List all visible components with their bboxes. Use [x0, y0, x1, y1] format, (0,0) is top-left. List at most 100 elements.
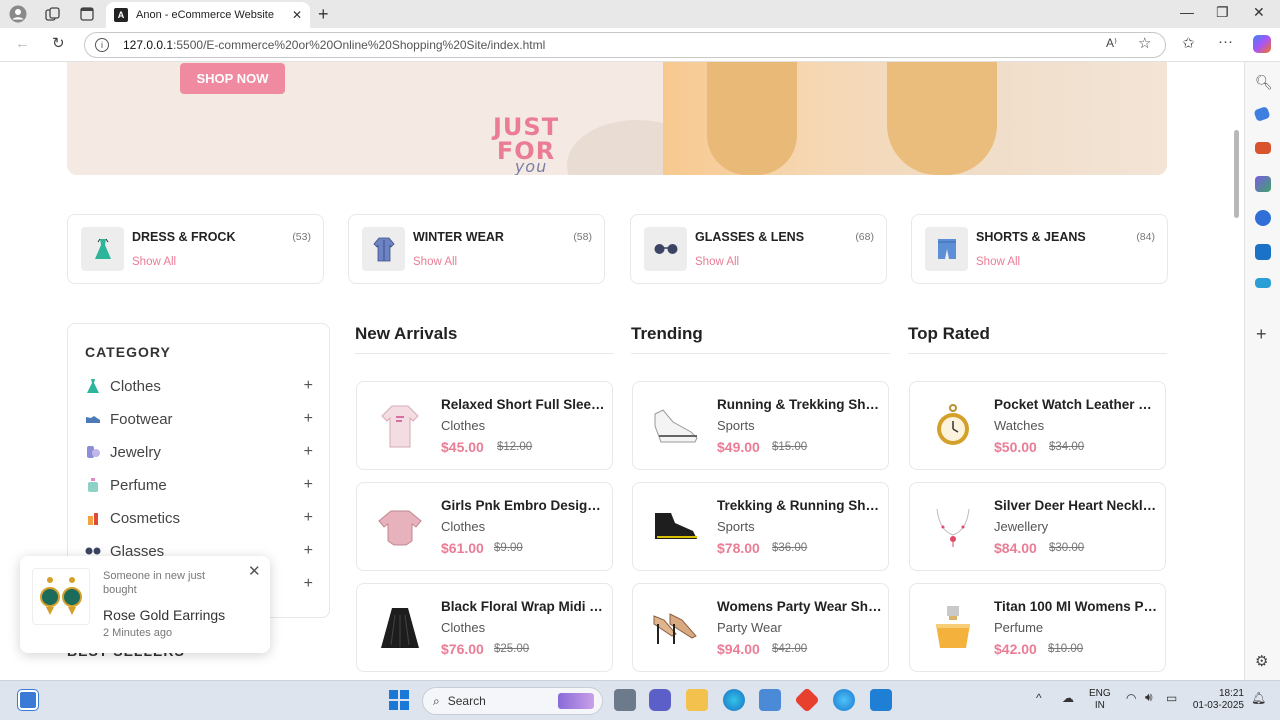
microsoft365-icon[interactable]	[1255, 210, 1271, 226]
sidebar-item-clothes[interactable]: Clothes +	[85, 375, 313, 397]
toast-product-name[interactable]: Rose Gold Earrings	[103, 607, 225, 623]
onedrive-icon[interactable]: ☁	[1062, 691, 1074, 705]
product-card[interactable]: Black Floral Wrap Midi Skirt Clothes $76…	[356, 583, 613, 672]
copilot-icon[interactable]	[1253, 35, 1271, 53]
product-title[interactable]: Womens Party Wear Shoes	[717, 599, 883, 614]
notification-bell-icon[interactable]: 🔔︎	[1251, 691, 1266, 705]
dress-icon	[81, 227, 124, 271]
product-title[interactable]: Girls Pnk Embro Design Top	[441, 498, 607, 513]
read-aloud-icon[interactable]: A⁾	[1106, 36, 1117, 50]
close-tab-icon[interactable]: ✕	[292, 8, 302, 22]
wifi-icon[interactable]: ◠	[1126, 691, 1136, 705]
product-title[interactable]: Titan 100 Ml Womens Perfume	[994, 599, 1160, 614]
page-scrollbar[interactable]	[1232, 62, 1242, 680]
search-icon[interactable]: 🔍︎	[1255, 74, 1273, 90]
profile-icon[interactable]	[9, 5, 27, 23]
product-card[interactable]: Titan 100 Ml Womens Perfume Perfume $42.…	[909, 583, 1166, 672]
expand-icon[interactable]: +	[304, 410, 313, 428]
category-card[interactable]: WINTER WEAR (58) Show All	[348, 214, 605, 284]
browser-tab-active[interactable]: A Anon - eCommerce Website ✕	[106, 2, 310, 28]
product-card[interactable]: Womens Party Wear Shoes Party Wear $94.0…	[632, 583, 889, 672]
category-card[interactable]: DRESS & FROCK (53) Show All	[67, 214, 324, 284]
start-icon[interactable]	[389, 690, 409, 710]
sidebar-item-perfume[interactable]: Perfume +	[85, 474, 313, 496]
games-icon[interactable]	[1255, 176, 1271, 192]
sidebar-settings-icon[interactable]: ⚙	[1255, 652, 1271, 670]
product-price: $94.00	[717, 641, 760, 657]
favorite-star-icon[interactable]: ☆	[1138, 34, 1151, 52]
back-icon[interactable]: ←	[15, 35, 30, 52]
site-info-icon[interactable]: i	[95, 38, 109, 52]
tab-actions-icon[interactable]	[78, 5, 96, 23]
show-all-link[interactable]: Show All	[132, 256, 176, 268]
toast-close-icon[interactable]: ✕	[248, 562, 261, 580]
product-title[interactable]: Running & Trekking Shoes - White	[717, 397, 883, 412]
product-card[interactable]: Silver Deer Heart Necklace Jewellery $84…	[909, 482, 1166, 571]
maximize-icon[interactable]: ❐	[1216, 4, 1229, 21]
product-card[interactable]: Pocket Watch Leather Pouch Watches $50.0…	[909, 381, 1166, 470]
tools-icon[interactable]	[1255, 142, 1271, 154]
edge-icon[interactable]	[723, 689, 745, 711]
clock[interactable]: 18:21 01-03-2025	[1190, 688, 1244, 712]
store-icon[interactable]	[759, 689, 781, 711]
product-card[interactable]: Relaxed Short Full Sleeve T-Shirt Clothe…	[356, 381, 613, 470]
anydesk-icon[interactable]	[794, 687, 820, 713]
toast-message: Someone in new just bought	[103, 570, 206, 596]
expand-icon[interactable]: +	[304, 542, 313, 560]
heels-icon	[645, 598, 707, 658]
expand-icon[interactable]: +	[304, 443, 313, 461]
refresh-icon[interactable]: ↻	[52, 34, 65, 52]
workspaces-icon[interactable]	[43, 5, 61, 23]
expand-icon[interactable]: +	[304, 509, 313, 527]
expand-icon[interactable]: +	[304, 377, 313, 395]
tray-overflow-icon[interactable]: ^	[1036, 691, 1042, 705]
product-title[interactable]: Trekking & Running Shoes - Black	[717, 498, 883, 513]
product-category: Perfume	[994, 620, 1044, 635]
file-explorer-icon[interactable]	[686, 689, 708, 711]
add-sidebar-icon[interactable]: +	[1256, 324, 1272, 344]
product-old-price: $42.00	[772, 643, 808, 655]
battery-icon[interactable]: ▭	[1166, 691, 1177, 705]
teams-icon[interactable]	[649, 689, 671, 711]
vscode-icon[interactable]	[870, 689, 892, 711]
address-bar[interactable]: i 127.0.0.1 :5500/E-commerce%20or%20Onli…	[84, 32, 1166, 58]
product-card[interactable]: Girls Pnk Embro Design Top Clothes $61.0…	[356, 482, 613, 571]
product-title[interactable]: Pocket Watch Leather Pouch	[994, 397, 1160, 412]
category-card[interactable]: GLASSES & LENS (68) Show All	[630, 214, 887, 284]
product-category: Party Wear	[717, 620, 782, 635]
sidebar-item-cosmetics[interactable]: Cosmetics +	[85, 507, 313, 529]
product-title[interactable]: Silver Deer Heart Necklace	[994, 498, 1160, 513]
window-close-icon[interactable]: ✕	[1253, 4, 1265, 21]
language-indicator[interactable]: ENG IN	[1089, 688, 1111, 712]
scrollbar-thumb[interactable]	[1234, 130, 1239, 218]
expand-icon[interactable]: +	[304, 575, 313, 593]
sidebar-item-jewelry[interactable]: Jewelry +	[85, 441, 313, 463]
favorites-icon[interactable]: ✩	[1182, 34, 1195, 52]
product-card[interactable]: Running & Trekking Shoes - White Sports …	[632, 381, 889, 470]
outlook-icon[interactable]	[1255, 244, 1271, 260]
more-menu-icon[interactable]: ···	[1218, 33, 1233, 50]
minimize-icon[interactable]: —	[1180, 4, 1194, 20]
show-all-link[interactable]: Show All	[695, 256, 739, 268]
shop-now-button[interactable]: SHOP NOW	[180, 63, 285, 94]
telegram-icon[interactable]	[1255, 278, 1271, 288]
product-title[interactable]: Relaxed Short Full Sleeve T-Shirt	[441, 397, 607, 412]
product-title[interactable]: Black Floral Wrap Midi Skirt	[441, 599, 607, 614]
show-all-link[interactable]: Show All	[976, 256, 1020, 268]
shopping-tag-icon[interactable]	[1253, 105, 1271, 123]
necklace-icon	[922, 497, 984, 557]
product-card[interactable]: Trekking & Running Shoes - Black Sports …	[632, 482, 889, 571]
taskbar-search[interactable]: ⌕ Search	[422, 687, 603, 715]
chrome-icon[interactable]	[833, 689, 855, 711]
show-all-link[interactable]: Show All	[413, 256, 457, 268]
new-tab-icon[interactable]: +	[318, 4, 329, 25]
tagline-line-1: JUST	[493, 113, 560, 141]
category-card[interactable]: SHORTS & JEANS (84) Show All	[911, 214, 1168, 284]
task-view-icon[interactable]	[614, 689, 636, 711]
widgets-icon[interactable]	[17, 689, 39, 711]
product-old-price: $9.00	[494, 542, 523, 554]
expand-icon[interactable]: +	[304, 476, 313, 494]
sidebar-item-footwear[interactable]: Footwear +	[85, 408, 313, 430]
volume-icon[interactable]: 🔊︎	[1145, 690, 1153, 705]
sidebar-item-label: Footwear	[110, 410, 173, 428]
